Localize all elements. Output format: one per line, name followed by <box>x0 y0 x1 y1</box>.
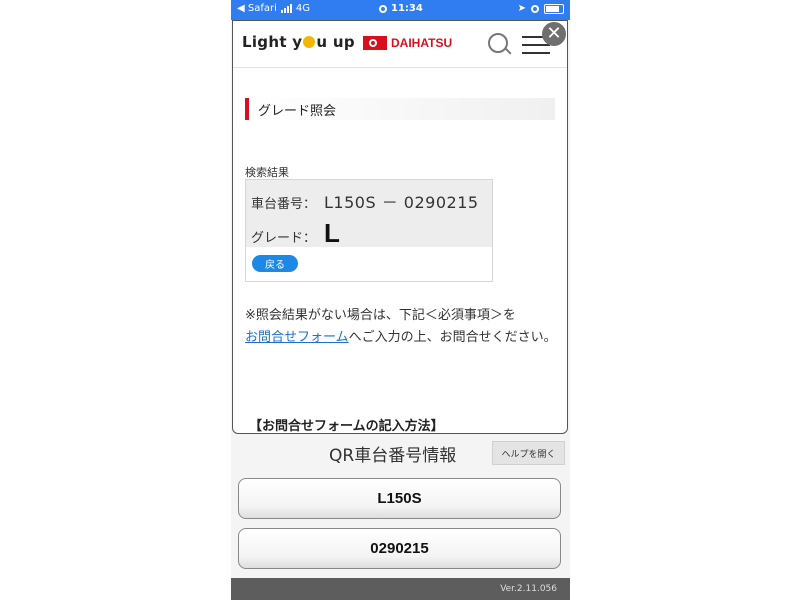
status-time: 11:34 <box>391 3 423 14</box>
daihatsu-logo[interactable]: DAIHATSU <box>363 36 452 50</box>
logo-o-icon <box>303 36 316 48</box>
app-footer: Ver.2.11.056 <box>231 578 570 600</box>
result-box: 車台番号： L150S － 0290215 グレード： L 戻る <box>245 179 493 282</box>
alarm-icon <box>531 4 539 13</box>
status-left[interactable]: ◀ Safari 4G <box>237 3 310 14</box>
phone-screen: ◀ Safari 4G 11:34 ➤ Light yu up DAIHATSU… <box>231 0 570 600</box>
qr-info-title: QR車台番号情報 <box>329 446 457 466</box>
page-title: グレード照会 <box>245 98 555 120</box>
help-button[interactable]: ヘルプを開く <box>492 441 565 465</box>
status-right: ➤ <box>518 3 564 14</box>
status-bar: ◀ Safari 4G 11:34 ➤ <box>231 0 570 20</box>
serial-number-button[interactable]: 0290215 <box>238 528 561 569</box>
no-result-note: ※照会結果がない場合は、下記＜必須事項＞を お問合せフォームへご入力の上、お問合せ… <box>245 308 557 345</box>
signal-icon <box>280 4 292 13</box>
grade-label: グレード： <box>251 231 317 246</box>
contact-form-link[interactable]: お問合せフォーム <box>245 330 349 345</box>
model-code-button[interactable]: L150S <box>238 478 561 519</box>
daihatsu-mark-icon <box>363 36 387 50</box>
chassis-row: 車台番号： L150S － 0290215 <box>251 189 479 213</box>
chassis-label: 車台番号： <box>251 197 317 212</box>
form-instructions-heading: 【お問合せフォームの記入方法】 <box>249 419 444 434</box>
location-icon: ➤ <box>517 3 526 14</box>
search-icon[interactable] <box>488 33 508 53</box>
grade-row: グレード： L <box>251 218 340 249</box>
grade-value: L <box>324 218 340 248</box>
status-center: 11:34 <box>379 3 423 14</box>
orientation-lock-icon <box>379 4 387 13</box>
web-view[interactable]: Light yu up DAIHATSU ✕ グレード照会 検索結果 車台番号：… <box>232 20 568 434</box>
back-to-safari[interactable]: ◀ Safari <box>237 3 277 14</box>
close-icon[interactable]: ✕ <box>542 22 566 46</box>
network-type: 4G <box>295 3 311 14</box>
result-details: 車台番号： L150S － 0290215 グレード： L <box>246 180 492 249</box>
result-label: 検索結果 <box>245 166 289 179</box>
back-button[interactable]: 戻る <box>252 255 298 272</box>
site-header: Light yu up DAIHATSU ✕ <box>233 21 567 68</box>
battery-icon <box>544 3 564 14</box>
version-label: Ver.2.11.056 <box>500 584 557 594</box>
chassis-value: L150S － 0290215 <box>324 193 479 212</box>
light-you-up-logo[interactable]: Light yu up <box>242 33 355 51</box>
